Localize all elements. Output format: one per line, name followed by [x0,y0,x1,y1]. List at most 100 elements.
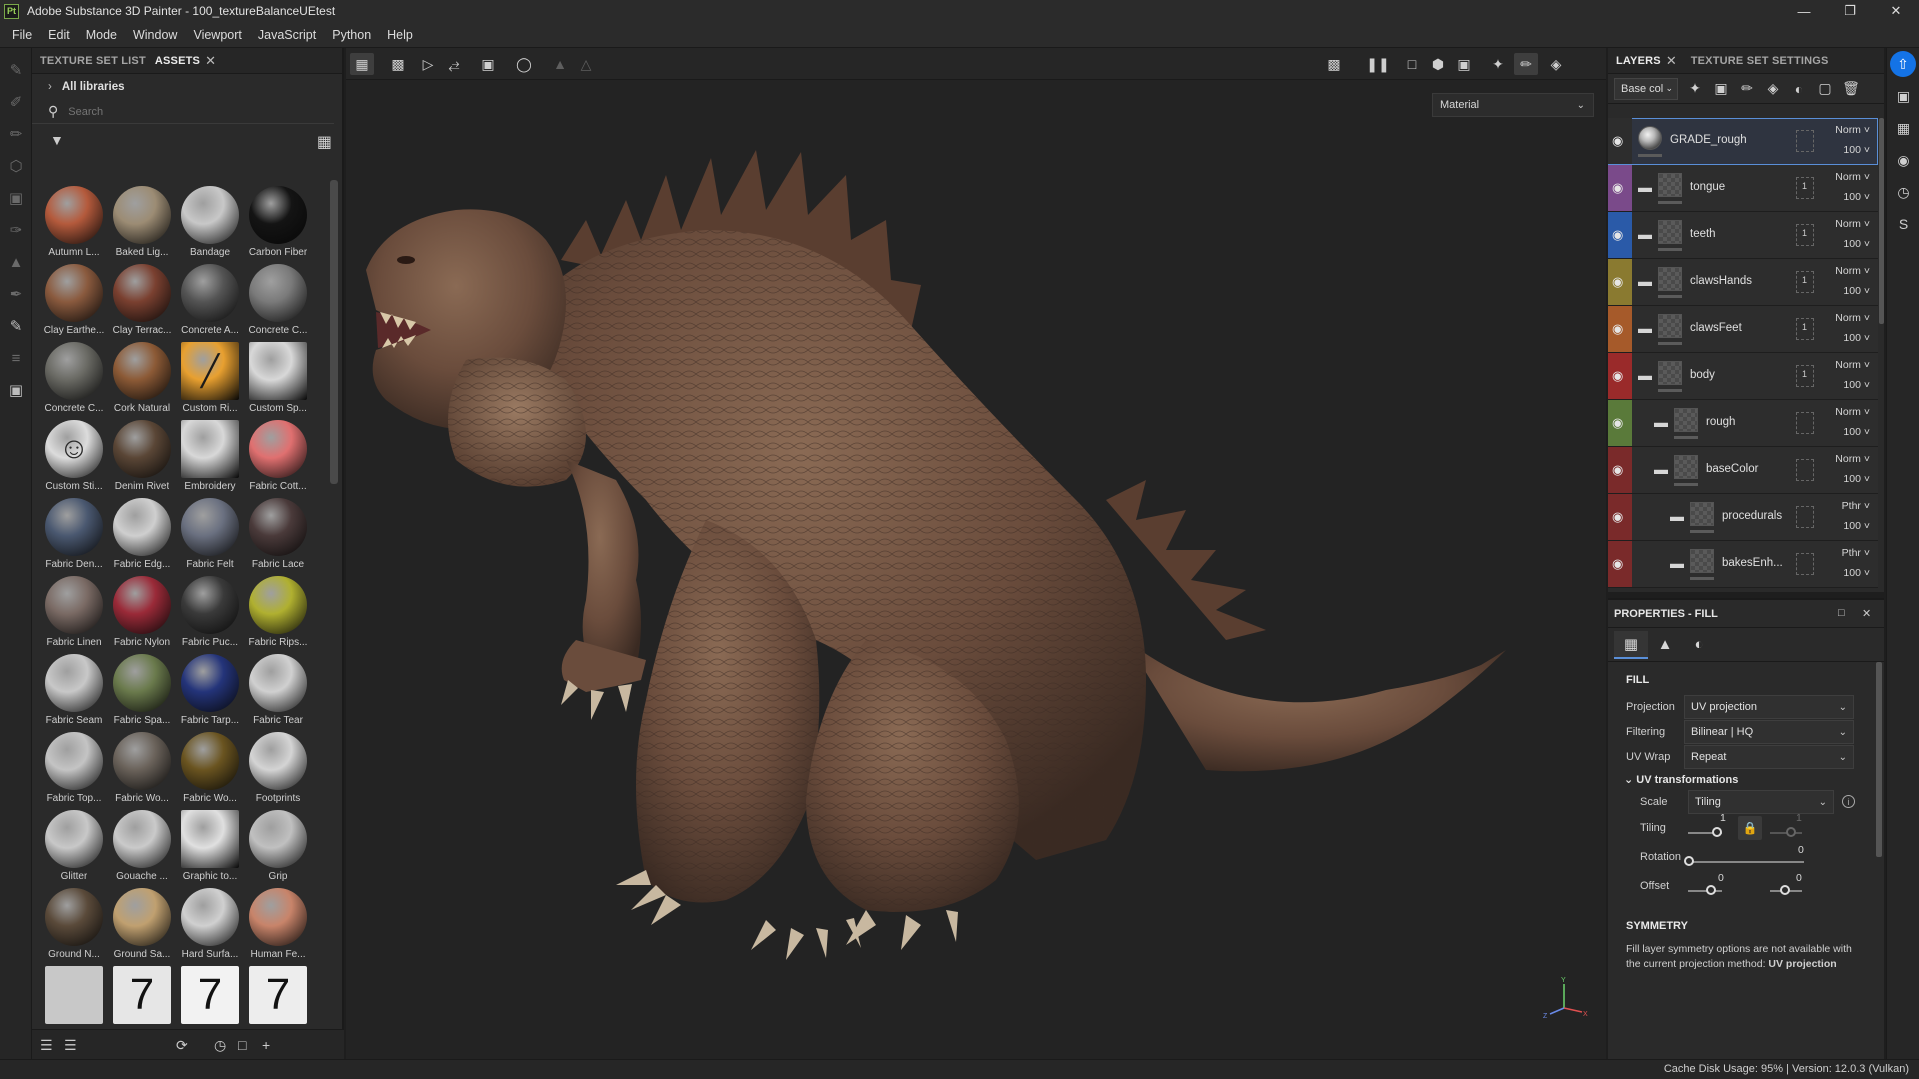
menu-viewport[interactable]: Viewport [185,28,249,42]
layer-mask-slot[interactable] [1796,130,1814,152]
add-folder-icon[interactable]: ▢ [1812,78,1838,100]
screenshot-icon[interactable]: ◈ [1544,53,1568,75]
offset-slider-1[interactable] [1688,890,1722,892]
layer-row[interactable]: ◉ ▬ bakesEnh... Pthr ˅ 100 ˅ [1608,541,1878,588]
folder-icon[interactable]: ▬ [1638,320,1652,336]
measure-tool-icon[interactable]: ≡ [0,342,32,374]
close-properties-icon[interactable]: ✕ [1862,607,1871,620]
asset-item[interactable]: ╱ Custom Ri... [176,336,244,414]
3d-viewport[interactable]: ▦ ▩ ▷ ⥄ ▣ ◯ ▲ △ ▩ ❚❚ □ ⬢ ▣ ✦ ✏ ◈ Materia… [346,48,1606,1059]
asset-item[interactable]: Fabric Wo... [108,726,176,804]
eraser-tool-icon[interactable]: ✐ [0,86,32,118]
mirror-y-icon[interactable]: ⥄ [442,53,466,75]
grid-view-icon[interactable]: ▦ [317,132,332,152]
asset-item[interactable]: Cork Natural [108,336,176,414]
asset-item[interactable]: Concrete C... [40,336,108,414]
add-smart-material-icon[interactable]: ◐ [1786,78,1812,100]
folder-icon[interactable]: ▬ [1670,555,1684,571]
asset-item[interactable]: 7 [176,960,244,1024]
visibility-eye-icon[interactable]: ◉ [1612,274,1623,290]
layer-opacity[interactable]: 100 ˅ [1843,332,1870,344]
layer-opacity[interactable]: 100 ˅ [1843,191,1870,203]
asset-item[interactable]: Glitter [40,804,108,882]
tiling-slider-2-handle[interactable] [1786,827,1796,837]
paint-brush-tool-icon[interactable]: ✎ [0,54,32,86]
asset-item[interactable]: Concrete A... [176,258,244,336]
list-view-icon[interactable]: ☰ [64,1037,77,1054]
asset-item[interactable]: Clay Terrac... [108,258,176,336]
menu-edit[interactable]: Edit [40,28,78,42]
add-paint-layer-icon[interactable]: ✏ [1734,78,1760,100]
rotation-slider[interactable] [1688,861,1804,863]
paint-mode-icon[interactable]: ✏ [1514,53,1538,75]
material-tab-icon[interactable]: ▦ [1614,630,1648,659]
rotation-slider-handle[interactable] [1684,856,1694,866]
layer-opacity[interactable]: 100 ˅ [1843,285,1870,297]
layer-row[interactable]: ◉ ▬ rough Norm ˅ 100 ˅ [1608,400,1878,447]
asset-item[interactable]: 7 [108,960,176,1024]
hide-ui-icon[interactable]: ▩ [1322,53,1346,75]
channel-dropdown[interactable]: Base col ⌄ [1614,77,1678,100]
assets-scrollbar[interactable] [330,180,338,484]
mirror-x-icon[interactable]: ▷ [416,53,440,75]
layer-opacity[interactable]: 100 ˅ [1843,520,1870,532]
uv-wrap-dropdown[interactable]: Repeat ⌄ [1684,745,1854,769]
folder-icon[interactable]: ▬ [1670,508,1684,524]
minimize-button[interactable]: — [1781,0,1827,22]
offset-slider-2-handle[interactable] [1780,885,1790,895]
channels-tab-icon[interactable]: ◐ [1682,631,1716,659]
layers-scrollbar[interactable] [1879,118,1884,324]
asset-item[interactable]: Fabric Top... [40,726,108,804]
refresh-icon[interactable]: ⟳ [176,1037,188,1054]
creature-3d-model[interactable] [346,80,1606,1059]
all-libraries-breadcrumb[interactable]: › All libraries [32,74,342,100]
display-settings-icon[interactable]: ▣ [1887,80,1919,112]
undock-icon[interactable]: □ [1838,607,1845,619]
layer-row[interactable]: ◉ GRADE_rough Norm ˅ 100 ˅ [1608,118,1878,165]
layer-blend-mode[interactable]: Norm ˅ [1835,453,1870,465]
visibility-eye-icon[interactable]: ◉ [1612,462,1623,478]
layer-row[interactable]: ◉ ▬ clawsHands 1 Norm ˅ 100 ˅ [1608,259,1878,306]
layer-opacity[interactable]: 100 ˅ [1843,426,1870,438]
menu-help[interactable]: Help [379,28,421,42]
add-icon[interactable]: + [262,1037,270,1053]
visibility-eye-icon[interactable]: ◉ [1612,227,1623,243]
folder-icon[interactable]: ▬ [1654,414,1668,430]
layer-blend-mode[interactable]: Norm ˅ [1835,218,1870,230]
tiling-slider-1-handle[interactable] [1712,827,1722,837]
symmetry-icon[interactable]: ▲ [548,53,572,75]
scale-dropdown[interactable]: Tiling ⌄ [1688,790,1834,814]
clone-stamp-tool-icon[interactable]: ▲ [0,246,32,278]
layer-opacity[interactable]: 100 ˅ [1843,473,1870,485]
asset-item[interactable]: Fabric Tear [244,648,312,726]
layer-blend-mode[interactable]: Norm ˅ [1835,312,1870,324]
delete-layer-icon[interactable]: 🗑 [1838,78,1864,100]
perspective-icon[interactable]: □ [1400,53,1424,75]
tab-texture-set-list[interactable]: TEXTURE SET LIST [40,55,146,67]
polygon-fill-tool-icon[interactable]: ▣ [0,182,32,214]
substance-icon[interactable]: S [1887,208,1919,240]
layer-blend-mode[interactable]: Norm ˅ [1835,406,1870,418]
layer-blend-mode[interactable]: Norm ˅ [1835,171,1870,183]
projection-tool-icon[interactable]: ✏ [0,118,32,150]
info-icon[interactable]: i [1842,795,1855,808]
asset-item[interactable]: Carbon Fiber [244,180,312,258]
grid-selection-icon[interactable]: ▩ [386,53,410,75]
layer-blend-mode[interactable]: Norm ˅ [1835,265,1870,277]
maximize-button[interactable]: ❐ [1827,0,1873,22]
text-tool-icon[interactable]: ✎ [0,310,32,342]
asset-item[interactable]: Fabric Felt [176,492,244,570]
filtering-dropdown[interactable]: Bilinear | HQ ⌄ [1684,720,1854,744]
render-mode-icon[interactable]: ✦ [1486,53,1510,75]
asset-item[interactable]: Fabric Tarp... [176,648,244,726]
menu-javascript[interactable]: JavaScript [250,28,324,42]
layer-opacity[interactable]: 100 ˅ [1843,144,1870,156]
asset-item[interactable]: Human Fe... [244,882,312,960]
color-picker-tool-icon[interactable]: ✒ [0,278,32,310]
library-settings-icon[interactable]: ☰ [40,1037,53,1054]
visibility-eye-icon[interactable]: ◉ [1612,556,1623,572]
layer-opacity[interactable]: 100 ˅ [1843,379,1870,391]
close-layers-tab-icon[interactable]: ✕ [1666,53,1677,69]
asset-item[interactable]: Fabric Wo... [176,726,244,804]
add-mask-icon[interactable]: ▣ [1708,78,1734,100]
